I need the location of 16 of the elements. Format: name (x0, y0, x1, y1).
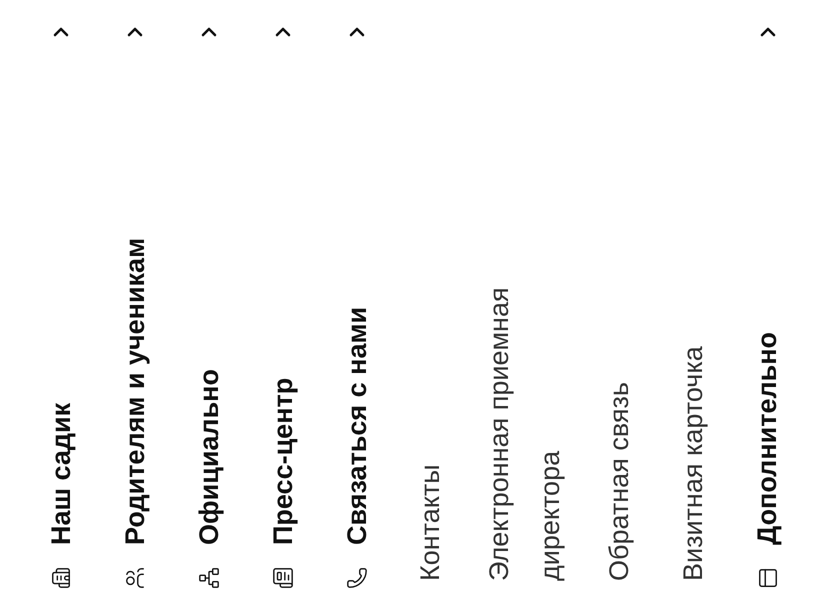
menu-link[interactable]: Электронная приемная директора (474, 201, 577, 581)
section-icon (346, 567, 368, 589)
section-icon (272, 567, 294, 589)
menu-link[interactable]: Визитная карточка (668, 346, 720, 581)
section-icon (756, 567, 779, 589)
menu-section-link[interactable]: Связаться с нами (336, 66, 378, 545)
menu-link[interactable]: Обратная связь (594, 382, 646, 581)
menu-section-link[interactable]: Официально (188, 66, 230, 545)
section-icon (198, 567, 220, 589)
menu-section-link[interactable]: Наш садик (40, 66, 82, 545)
section-icon (124, 567, 146, 589)
menu-section-link[interactable]: Дополнительно (747, 66, 788, 545)
menu-link[interactable]: Контакты (405, 464, 457, 581)
menu-section-link[interactable]: Родителям и ученикам (114, 66, 156, 545)
section-icon (50, 567, 72, 589)
menu-section-link[interactable]: Пресс-центр (262, 66, 304, 545)
